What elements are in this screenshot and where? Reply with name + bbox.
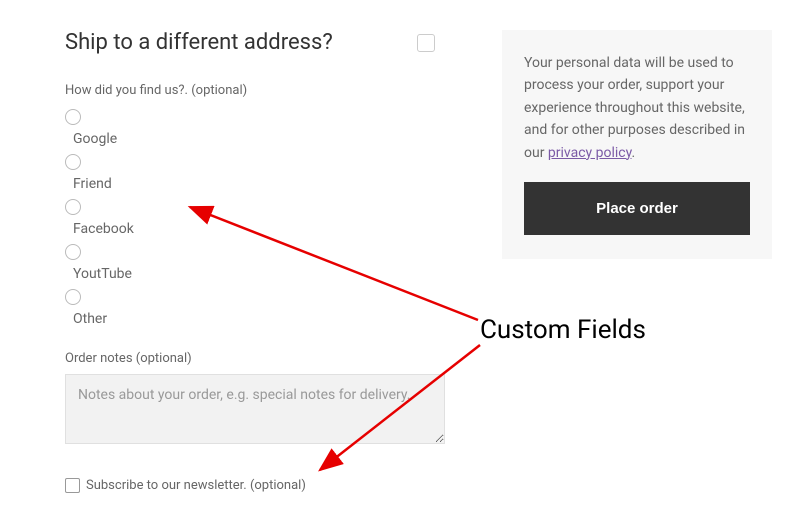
privacy-text: Your personal data will be used to proce… bbox=[524, 52, 750, 164]
radio-facebook-label: Facebook bbox=[73, 221, 445, 237]
radio-facebook[interactable] bbox=[65, 199, 81, 215]
place-order-button[interactable]: Place order bbox=[524, 182, 750, 235]
order-notes-textarea[interactable] bbox=[65, 374, 445, 444]
radio-youtube-label: YoutTube bbox=[73, 266, 445, 282]
privacy-text-suffix: . bbox=[632, 145, 636, 161]
radio-friend-label: Friend bbox=[73, 176, 445, 192]
order-notes-label: Order notes (optional) bbox=[65, 351, 445, 366]
privacy-policy-link[interactable]: privacy policy bbox=[548, 145, 632, 161]
ship-different-address-checkbox[interactable] bbox=[417, 34, 435, 52]
annotation-custom-fields: Custom Fields bbox=[480, 315, 646, 345]
how-find-us-label: How did you find us?. (optional) bbox=[65, 83, 445, 98]
subscribe-newsletter-checkbox[interactable] bbox=[65, 478, 80, 493]
radio-other[interactable] bbox=[65, 289, 81, 305]
how-find-us-radio-group: Google Friend Facebook YoutTube Other bbox=[65, 106, 445, 327]
subscribe-newsletter-label: Subscribe to our newsletter. (optional) bbox=[86, 478, 306, 493]
radio-other-label: Other bbox=[73, 311, 445, 327]
radio-google-label: Google bbox=[73, 131, 445, 147]
radio-youtube[interactable] bbox=[65, 244, 81, 260]
radio-google[interactable] bbox=[65, 109, 81, 125]
privacy-box: Your personal data will be used to proce… bbox=[502, 30, 772, 259]
ship-different-address-heading: Ship to a different address? bbox=[65, 30, 333, 55]
radio-friend[interactable] bbox=[65, 154, 81, 170]
